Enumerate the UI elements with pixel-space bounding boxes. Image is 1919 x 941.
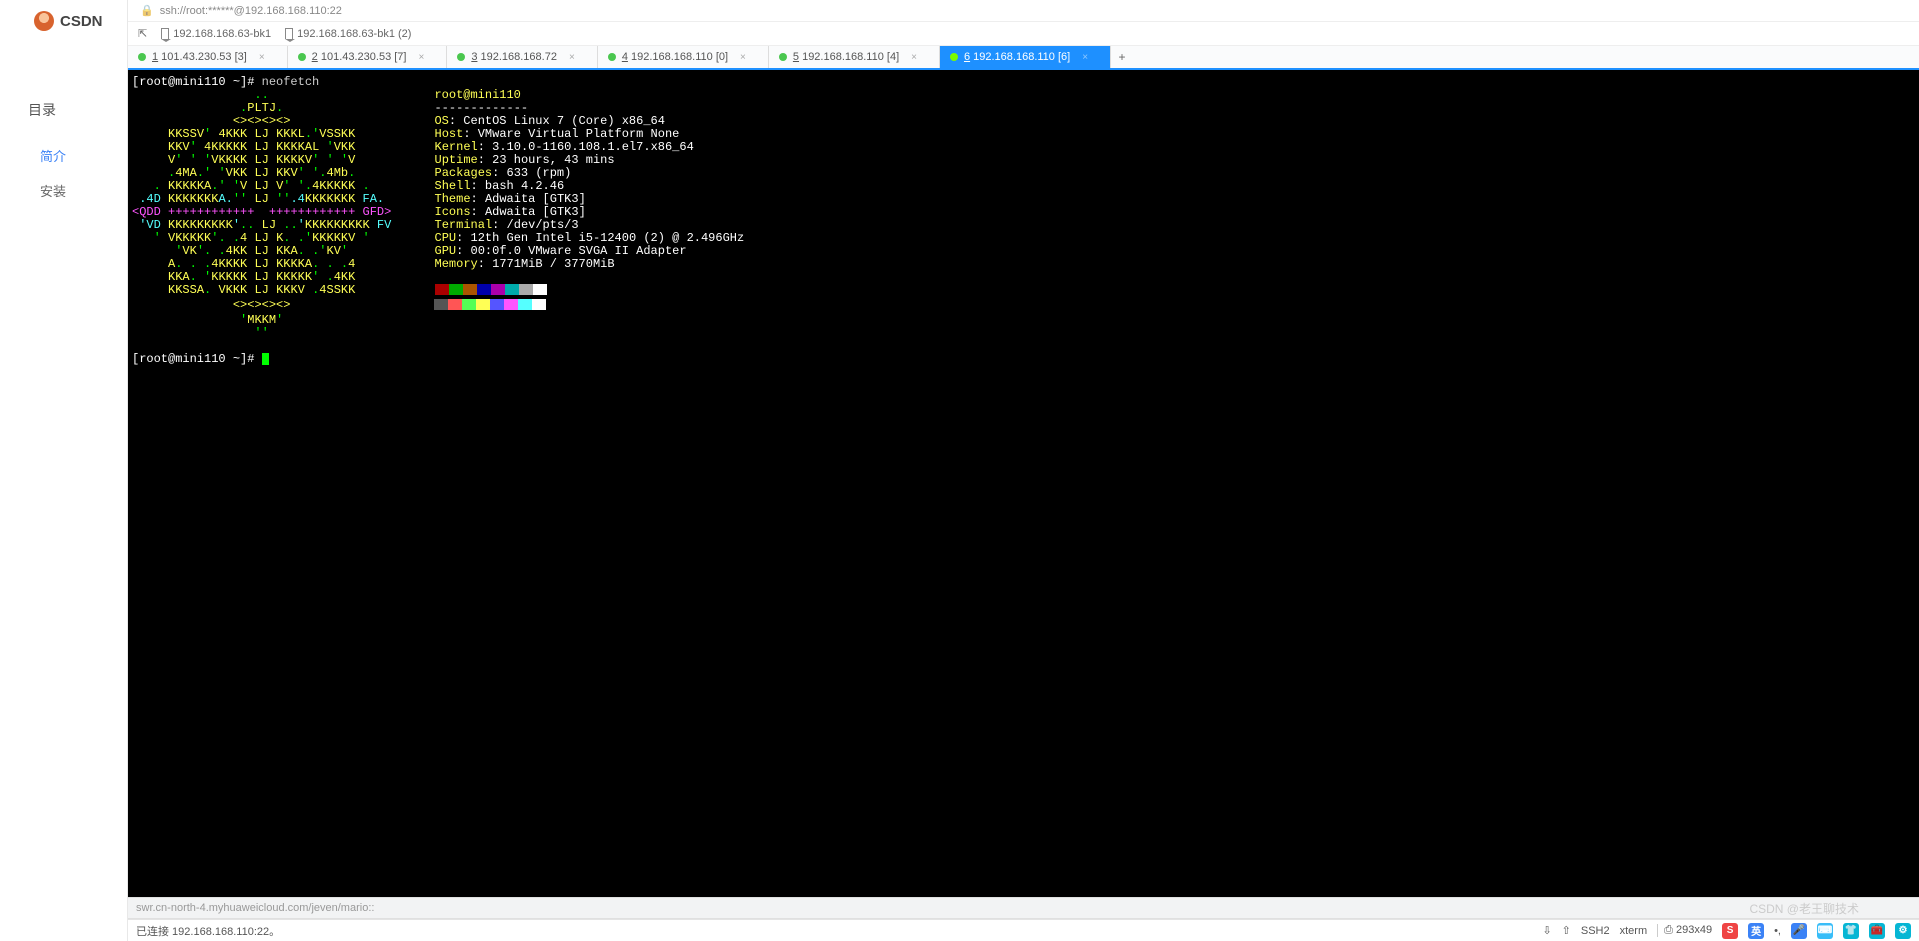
status-ssh: SSH2 — [1581, 925, 1610, 937]
session-tab[interactable]: 4 192.168.168.110 [0]× — [598, 46, 769, 68]
logo: CSDN — [0, 0, 127, 42]
status-dot-icon — [138, 53, 146, 61]
address-url: ssh://root:******@192.168.168.110:22 — [160, 5, 342, 17]
tray-ime-icon[interactable]: 英 — [1748, 923, 1764, 939]
status-dot-icon — [298, 53, 306, 61]
bookmark-item[interactable]: 192.168.168.63-bk1 — [161, 28, 271, 40]
status-dot-icon — [779, 53, 787, 61]
status-dot-icon — [457, 53, 465, 61]
watermark: CSDN @老王聊技术 — [1749, 900, 1859, 917]
toc-item[interactable]: 简介 — [18, 138, 109, 173]
status-term: xterm — [1620, 925, 1648, 937]
session-tab[interactable]: 1 101.43.230.53 [3]× — [128, 46, 288, 68]
lock-icon: 🔒 — [140, 4, 154, 17]
new-tab-button[interactable]: + — [1111, 46, 1133, 68]
path-line: swr.cn-north-4.myhuaweicloud.com/jeven/m… — [128, 897, 1919, 919]
statusbar: 已连接 192.168.168.110:22。 ⇩ ⇧ SSH2 xterm ⎙… — [128, 919, 1919, 941]
session-tab[interactable]: 5 192.168.168.110 [4]× — [769, 46, 940, 68]
status-dim: 293x49 — [1676, 924, 1712, 936]
bookmark-add-icon[interactable]: ⇱ — [138, 27, 147, 40]
toc-title: 目录 — [18, 100, 109, 120]
tray-key-icon[interactable]: ⌨ — [1817, 923, 1833, 939]
csdn-monkey-icon — [34, 11, 54, 31]
left-sidebar: CSDN 目录 简介安装 — [0, 0, 128, 941]
status-dot-icon — [608, 53, 616, 61]
tray-tool-icon[interactable]: 🧰 — [1869, 923, 1885, 939]
bookmark-item[interactable]: 192.168.168.63-bk1 (2) — [285, 28, 411, 40]
table-of-contents: 目录 简介安装 — [0, 100, 127, 208]
toc-item[interactable]: 安装 — [18, 173, 109, 208]
tray-s-icon[interactable]: S — [1722, 923, 1738, 939]
transfer-up-icon: ⇧ — [1562, 924, 1571, 937]
status-connected: 已连接 192.168.168.110:22。 — [136, 923, 280, 939]
logo-text: CSDN — [60, 13, 103, 30]
bookmark-icon — [285, 28, 293, 39]
tray-gear-icon[interactable]: ⚙ — [1895, 923, 1911, 939]
main-area: 🔒 ssh://root:******@192.168.168.110:22 ⇱… — [128, 0, 1919, 941]
session-tab[interactable]: 3 192.168.168.72× — [447, 46, 598, 68]
terminal-output[interactable]: [root@mini110 ~]# neofetch .. root@mini1… — [128, 70, 1919, 897]
close-icon[interactable]: × — [259, 52, 265, 63]
tray-punct-icon[interactable]: •, — [1774, 925, 1781, 937]
transfer-down-icon: ⇩ — [1542, 924, 1551, 937]
tray-skin-icon[interactable]: 👕 — [1843, 923, 1859, 939]
tray-mic-icon[interactable]: 🎤 — [1791, 923, 1807, 939]
session-tab[interactable]: 2 101.43.230.53 [7]× — [288, 46, 448, 68]
session-tabbar: 1 101.43.230.53 [3]×2 101.43.230.53 [7]×… — [128, 46, 1919, 70]
session-tab[interactable]: 6 192.168.168.110 [6]× — [940, 46, 1111, 68]
bookmark-bar: ⇱ 192.168.168.63-bk1 192.168.168.63-bk1 (… — [128, 22, 1919, 46]
bookmark-icon — [161, 28, 169, 39]
close-icon[interactable]: × — [740, 52, 746, 63]
close-icon[interactable]: × — [911, 52, 917, 63]
status-dot-icon — [950, 53, 958, 61]
close-icon[interactable]: × — [418, 52, 424, 63]
close-icon[interactable]: × — [1082, 52, 1088, 63]
close-icon[interactable]: × — [569, 52, 575, 63]
address-bar: 🔒 ssh://root:******@192.168.168.110:22 — [128, 0, 1919, 22]
